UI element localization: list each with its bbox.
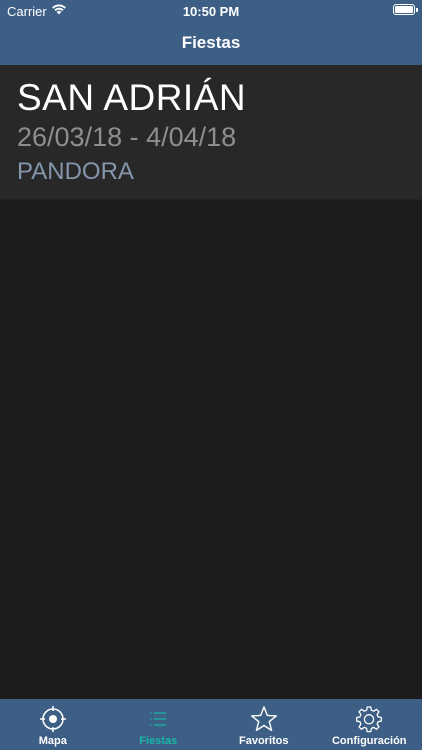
star-icon	[250, 706, 277, 732]
navigation-bar: Carrier 10:50 PM Fiestas	[0, 0, 422, 65]
gear-icon	[356, 706, 383, 733]
fiesta-list-item[interactable]: SAN ADRIÁN 26/03/18 - 4/04/18 PANDORA	[0, 65, 422, 200]
fiesta-dates: 26/03/18 - 4/04/18	[17, 122, 237, 152]
fiestas-list: SAN ADRIÁN 26/03/18 - 4/04/18 PANDORA	[0, 65, 422, 200]
fiesta-name: SAN ADRIÁN	[17, 77, 247, 118]
tab-bar: Mapa Fiestas Favoritos Configuración	[0, 699, 422, 750]
tab-label: Configuración	[331, 735, 407, 747]
tab-label: Mapa	[38, 735, 67, 747]
tab-label: Favoritos	[238, 735, 289, 747]
status-time: 10:50 PM	[182, 4, 240, 19]
fiesta-place: PANDORA	[17, 158, 134, 185]
page-title: Fiestas	[181, 33, 241, 52]
tab-mapa[interactable]: Mapa	[0, 699, 106, 750]
tab-label: Fiestas	[139, 735, 178, 747]
battery-icon	[393, 4, 418, 15]
tab-fiestas[interactable]: Fiestas	[106, 699, 212, 750]
list-icon	[150, 712, 167, 726]
status-bar: Carrier 10:50 PM	[0, 0, 422, 22]
map-target-icon	[39, 706, 66, 732]
app-screen: Carrier 10:50 PM Fiestas SAN ADRIÁN 26/0…	[0, 0, 422, 750]
tab-favoritos[interactable]: Favoritos	[211, 699, 317, 750]
tab-configuracion[interactable]: Configuración	[317, 699, 422, 750]
